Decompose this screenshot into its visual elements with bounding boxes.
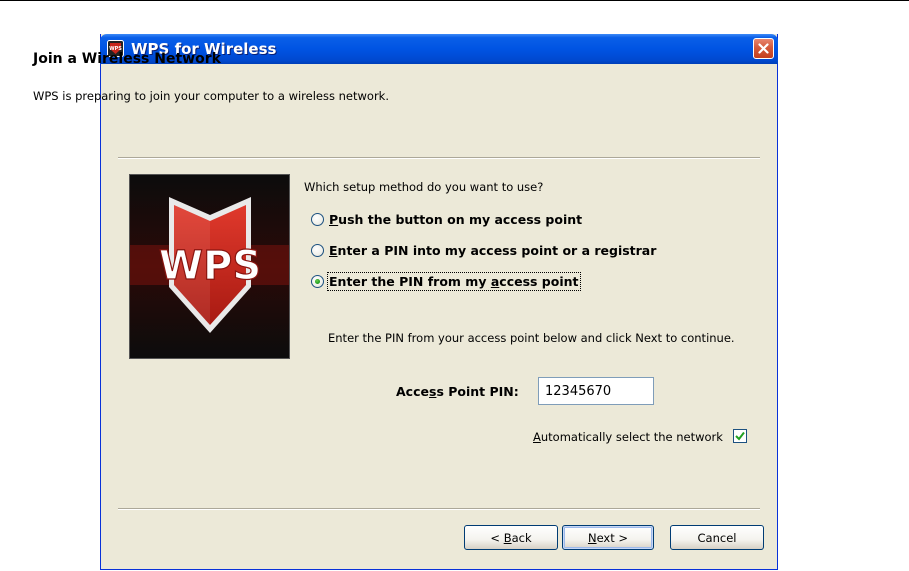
- close-x-icon: [758, 43, 769, 54]
- auto-select-label[interactable]: Automatically select the network: [533, 430, 723, 444]
- access-point-pin-input[interactable]: [538, 377, 654, 405]
- header-divider: [118, 157, 760, 159]
- auto-select-checkbox[interactable]: [733, 429, 747, 443]
- radio-enter-pin-into-ap-label[interactable]: Enter a PIN into my access point or a re…: [329, 243, 656, 258]
- header-description: WPS is preparing to join your computer t…: [33, 89, 389, 103]
- back-button[interactable]: < Back: [464, 525, 558, 550]
- radio-push-button-circle[interactable]: [311, 212, 324, 226]
- pin-instruction: Enter the PIN from your access point bel…: [328, 331, 735, 345]
- wps-shield-logo: WPS: [130, 175, 289, 358]
- setup-question: Which setup method do you want to use?: [304, 180, 544, 194]
- check-mark-icon: [735, 431, 745, 441]
- page-top-rule: [0, 0, 909, 1]
- radio-push-button[interactable]: Push the button on my access point: [311, 209, 582, 229]
- wps-logo-panel: WPS: [129, 174, 290, 359]
- radio-enter-pin-from-ap[interactable]: Enter the PIN from my access point: [311, 271, 581, 291]
- back-button-label: < Back: [490, 530, 532, 545]
- radio-enter-pin-into-ap-circle[interactable]: [311, 243, 324, 257]
- next-button-label: Next >: [587, 530, 629, 545]
- next-button[interactable]: Next >: [562, 525, 654, 550]
- header-title: Join a Wireless Network: [33, 51, 221, 67]
- access-point-pin-label: Access Point PIN:: [396, 384, 519, 399]
- cancel-button-label: Cancel: [697, 530, 737, 545]
- close-button[interactable]: [753, 38, 774, 59]
- radio-enter-pin-from-ap-label[interactable]: Enter the PIN from my access point: [327, 271, 581, 291]
- wps-logo-text: WPS: [159, 243, 261, 289]
- radio-enter-pin-into-ap[interactable]: Enter a PIN into my access point or a re…: [311, 240, 656, 260]
- cancel-button[interactable]: Cancel: [670, 525, 764, 550]
- radio-enter-pin-from-ap-circle[interactable]: [311, 274, 324, 288]
- radio-push-button-label[interactable]: Push the button on my access point: [329, 212, 582, 227]
- footer-divider: [118, 508, 760, 510]
